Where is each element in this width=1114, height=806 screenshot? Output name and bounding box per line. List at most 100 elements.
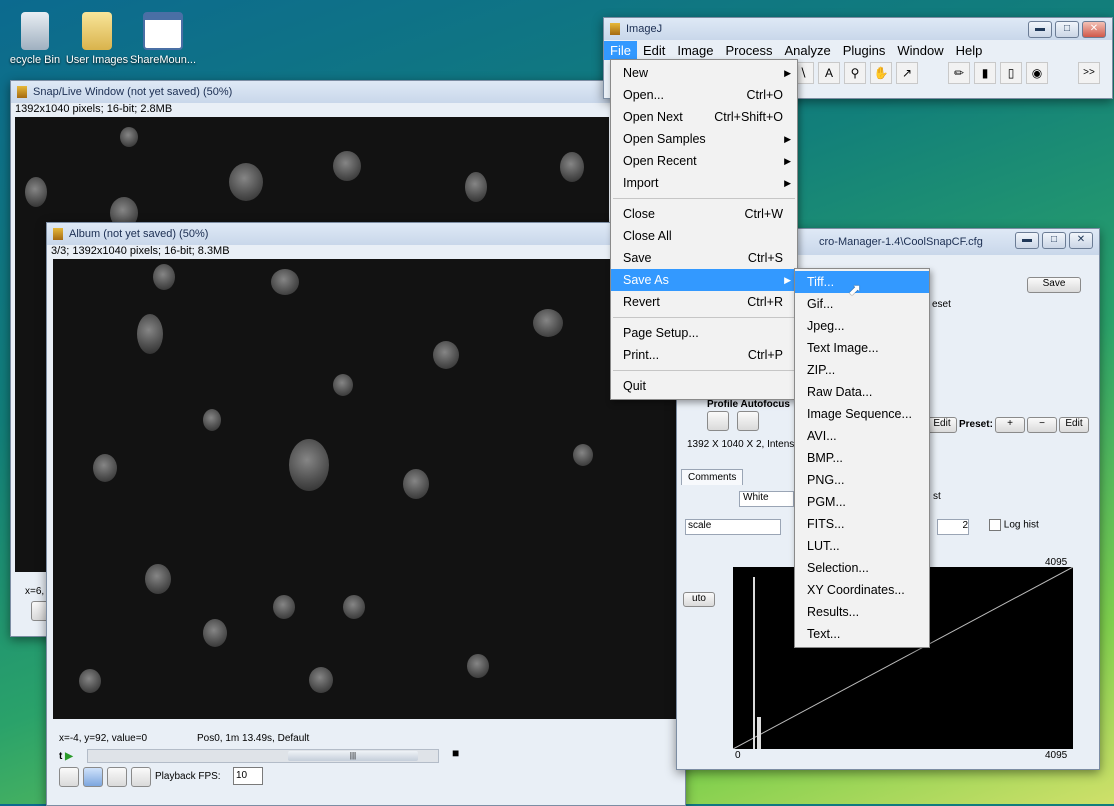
- album-titlebar[interactable]: Album (not yet saved) (50%): [47, 223, 685, 245]
- eraser-tool-icon[interactable]: ▯: [1000, 62, 1022, 84]
- status-text: x=6,: [25, 586, 45, 597]
- imagej-microscope-icon: [17, 86, 27, 98]
- menu-item-label: Open...: [623, 88, 664, 102]
- file-menu-item[interactable]: Save As ▶: [611, 269, 797, 291]
- save-as-menu-item[interactable]: Jpeg...: [795, 315, 929, 337]
- menu-file[interactable]: File: [604, 40, 637, 60]
- menu-process[interactable]: Process: [720, 41, 779, 60]
- submenu-arrow-icon: ▶: [784, 68, 791, 78]
- save-as-menu-item[interactable]: Results...: [795, 601, 929, 623]
- window-controls: ▬ □ ✕: [1028, 21, 1106, 38]
- t-axis-label: t: [59, 751, 63, 762]
- save-as-menu-item[interactable]: PNG...: [795, 469, 929, 491]
- save-as-menu-item[interactable]: Gif...: [795, 293, 929, 315]
- scale-dropdown[interactable]: scale: [685, 519, 781, 535]
- spin-input[interactable]: 2: [937, 519, 969, 535]
- desktop-icon-sharemount[interactable]: ShareMoun...: [128, 12, 198, 66]
- save-as-menu-item[interactable]: Text...: [795, 623, 929, 645]
- desktop-icon-label: ecycle Bin: [9, 54, 61, 66]
- play-icon[interactable]: ▶: [65, 751, 73, 762]
- white-dropdown[interactable]: White: [739, 491, 794, 507]
- close-button[interactable]: ✕: [1069, 232, 1093, 249]
- desktop-icon-recycle-bin[interactable]: ecycle Bin: [0, 12, 70, 66]
- file-menu-item[interactable]: New ▶: [611, 62, 797, 84]
- record-button[interactable]: [131, 767, 151, 787]
- imagej-menubar: File Edit Image Process Analyze Plugins …: [604, 40, 988, 60]
- file-menu-item[interactable]: Open Next Ctrl+Shift+O: [611, 106, 797, 128]
- minimize-button[interactable]: ▬: [1015, 232, 1039, 249]
- maximize-button[interactable]: □: [1055, 21, 1079, 38]
- save-as-menu-item[interactable]: PGM...: [795, 491, 929, 513]
- edit-preset-button[interactable]: Edit: [1059, 417, 1089, 433]
- maximize-button[interactable]: □: [1042, 232, 1066, 249]
- minimize-button[interactable]: ▬: [1028, 21, 1052, 38]
- save-as-menu-item[interactable]: Tiff...: [795, 271, 929, 293]
- menu-edit[interactable]: Edit: [637, 41, 671, 60]
- save-as-menu-item[interactable]: FITS...: [795, 513, 929, 535]
- file-menu-item[interactable]: Print... Ctrl+P: [611, 344, 797, 366]
- status-position: Pos0, 1m 13.49s, Default: [197, 733, 310, 744]
- menu-analyze[interactable]: Analyze: [778, 41, 836, 60]
- save-as-menu-item[interactable]: Raw Data...: [795, 381, 929, 403]
- save-as-menu-item[interactable]: AVI...: [795, 425, 929, 447]
- menu-window[interactable]: Window: [891, 41, 949, 60]
- status-coords: x=-4, y=92, value=0: [59, 733, 148, 744]
- save-as-menu-item[interactable]: Image Sequence...: [795, 403, 929, 425]
- magnifier-tool-icon[interactable]: ⚲: [844, 62, 866, 84]
- fps-input[interactable]: 10: [233, 767, 263, 785]
- preset-add-button[interactable]: +: [995, 417, 1025, 433]
- comments-tab[interactable]: Comments: [681, 469, 744, 485]
- playback-fps-label: Playback FPS:: [155, 771, 221, 782]
- scrollbar-thumb[interactable]: |||: [288, 751, 418, 761]
- profile-button[interactable]: [707, 411, 729, 431]
- preset-remove-button[interactable]: −: [1027, 417, 1057, 433]
- file-menu-item[interactable]: Open Samples ▶: [611, 128, 797, 150]
- fill-tool-icon[interactable]: ◉: [1026, 62, 1048, 84]
- menu-image[interactable]: Image: [671, 41, 719, 60]
- color-picker-icon[interactable]: ↗: [896, 62, 918, 84]
- save-as-menu-item[interactable]: ZIP...: [795, 359, 929, 381]
- snap-live-titlebar[interactable]: Snap/Live Window (not yet saved) (50%): [11, 81, 611, 103]
- file-menu-item[interactable]: Page Setup...: [611, 322, 797, 344]
- menu-item-shortcut: Ctrl+Shift+O: [714, 110, 783, 124]
- log-hist-checkbox[interactable]: Log hist: [989, 519, 1039, 531]
- lock-icon[interactable]: ■: [452, 746, 459, 760]
- hand-tool-icon[interactable]: ✋: [870, 62, 892, 84]
- autofocus-button[interactable]: [737, 411, 759, 431]
- save-as-menu-item[interactable]: LUT...: [795, 535, 929, 557]
- submenu-arrow-icon: ▶: [784, 134, 791, 144]
- file-menu-item[interactable]: Close All: [611, 225, 797, 247]
- file-menu-item[interactable]: Revert Ctrl+R: [611, 291, 797, 313]
- auto-button[interactable]: uto: [683, 592, 715, 607]
- stop-button[interactable]: [107, 767, 127, 787]
- album-image-canvas[interactable]: [53, 259, 683, 719]
- file-menu-item[interactable]: Open... Ctrl+O: [611, 84, 797, 106]
- menu-plugins[interactable]: Plugins: [837, 41, 892, 60]
- file-menu-item[interactable]: Import ▶: [611, 172, 797, 194]
- file-menu-item[interactable]: Open Recent ▶: [611, 150, 797, 172]
- menu-help[interactable]: Help: [950, 41, 989, 60]
- file-menu-item[interactable]: Save Ctrl+S: [611, 247, 797, 269]
- desktop-icon-user-images[interactable]: User Images: [62, 12, 132, 66]
- close-button[interactable]: ✕: [1082, 21, 1106, 38]
- checkbox-box[interactable]: [989, 519, 1001, 531]
- log-hist-label: Log hist: [1003, 519, 1039, 531]
- more-tools-button[interactable]: >>: [1078, 62, 1100, 84]
- pencil-tool-icon[interactable]: ✏: [948, 62, 970, 84]
- save-as-menu-item[interactable]: Selection...: [795, 557, 929, 579]
- save-as-menu-item[interactable]: BMP...: [795, 447, 929, 469]
- open-folder-button[interactable]: [59, 767, 79, 787]
- file-menu-dropdown: New ▶ Open... Ctrl+O Open Next Ctrl+Shift+O Op…: [610, 59, 798, 400]
- edit-button[interactable]: Edit: [927, 417, 957, 433]
- save-as-menu-item[interactable]: Text Image...: [795, 337, 929, 359]
- file-menu-item[interactable]: Close Ctrl+W: [611, 203, 797, 225]
- time-scrollbar[interactable]: |||: [87, 749, 439, 763]
- text-tool-icon[interactable]: A: [818, 62, 840, 84]
- hist-max-bottom: 4095: [1045, 750, 1068, 761]
- brush-tool-icon[interactable]: ▮: [974, 62, 996, 84]
- save-as-menu-item[interactable]: XY Coordinates...: [795, 579, 929, 601]
- save-config-button[interactable]: Save: [1027, 277, 1081, 293]
- submenu-arrow-icon: ▶: [784, 275, 791, 285]
- save-disk-button[interactable]: [83, 767, 103, 787]
- file-menu-item[interactable]: Quit: [611, 375, 797, 397]
